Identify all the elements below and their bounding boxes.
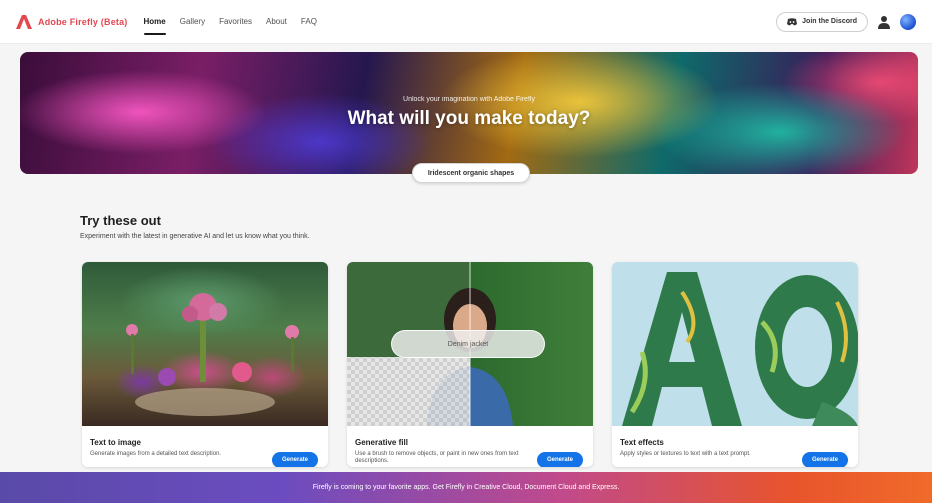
adobe-logo-icon: [16, 14, 32, 29]
nav-faq[interactable]: FAQ: [301, 13, 317, 30]
promo-banner-text: Firefly is coming to your favorite apps.…: [312, 484, 620, 491]
garden-illustration: [126, 293, 299, 416]
leafy-letters-illustration: [622, 272, 858, 426]
card-description: Use a brush to remove objects, or paint …: [355, 451, 519, 464]
header-actions: Join the Discord: [776, 11, 916, 32]
join-discord-label: Join the Discord: [802, 18, 857, 25]
generate-button[interactable]: Generate: [537, 452, 583, 467]
hero-title: What will you make today?: [347, 108, 591, 129]
nav-about[interactable]: About: [266, 13, 287, 30]
main-nav: Home Gallery Favorites About FAQ: [143, 13, 317, 35]
card-text-effects[interactable]: Text effects Apply styles or textures to…: [612, 262, 858, 467]
nav-favorites[interactable]: Favorites: [219, 13, 252, 30]
nav-gallery[interactable]: Gallery: [180, 13, 205, 30]
text-to-image-thumbnail: [82, 262, 328, 426]
section-title: Try these out: [80, 213, 161, 228]
section-description: Experiment with the latest in generative…: [80, 233, 310, 240]
hero-banner: Unlock your imagination with Adobe Firef…: [20, 52, 918, 174]
card-title: Generative fill: [355, 438, 408, 447]
card-title: Text to image: [90, 438, 141, 447]
generative-fill-thumbnail: Denim jacket: [347, 262, 593, 426]
join-discord-button[interactable]: Join the Discord: [776, 11, 868, 32]
user-icon[interactable]: [878, 15, 890, 29]
generate-button[interactable]: Generate: [802, 452, 848, 467]
discord-icon: [787, 17, 798, 25]
text-effects-thumbnail: [612, 262, 858, 426]
prompt-input[interactable]: Iridescent organic shapes: [412, 163, 530, 183]
card-generative-fill[interactable]: Denim jacket Generative fill Use a brush…: [347, 262, 593, 467]
generate-button[interactable]: Generate: [272, 452, 318, 467]
card-description: Apply styles or textures to text with a …: [620, 451, 751, 457]
card-text-to-image[interactable]: Text to image Generate images from a det…: [82, 262, 328, 467]
card-description: Generate images from a detailed text des…: [90, 451, 222, 457]
avatar[interactable]: [900, 13, 916, 30]
hero-subtitle: Unlock your imagination with Adobe Firef…: [403, 96, 535, 103]
brand-name: Adobe Firefly (Beta): [38, 16, 128, 27]
brand[interactable]: Adobe Firefly (Beta): [16, 14, 128, 29]
top-header: Adobe Firefly (Beta) Home Gallery Favori…: [0, 0, 932, 44]
nav-home[interactable]: Home: [143, 13, 166, 35]
card-title: Text effects: [620, 438, 664, 447]
promo-banner[interactable]: Firefly is coming to your favorite apps.…: [0, 472, 932, 503]
fill-prompt-overlay: Denim jacket: [391, 330, 545, 358]
